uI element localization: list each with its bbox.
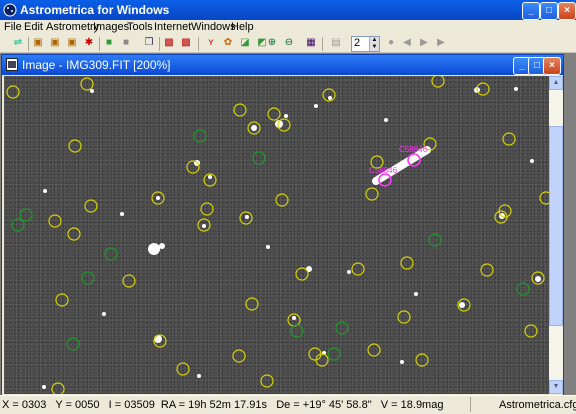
mdi-workspace: Image - IMG309.FIT [200%] _ □ × C58846 C…	[0, 53, 576, 396]
frame-stepper[interactable]: 2 ▲ ▼	[351, 36, 380, 52]
stepper-arrows-icon[interactable]: ▲ ▼	[369, 37, 379, 51]
scroll-down-icon[interactable]: ▼	[549, 380, 563, 394]
color-icon[interactable]: ✿	[222, 37, 234, 49]
star-chart-icon[interactable]: ▦	[305, 37, 317, 49]
image-window: Image - IMG309.FIT [200%] _ □ × C58846 C…	[1, 54, 564, 396]
reference-star-markers	[11, 129, 530, 361]
toolbar-separator	[159, 37, 160, 51]
green-square-icon[interactable]: ■	[103, 37, 115, 49]
image-close-button[interactable]: ×	[543, 57, 561, 75]
object-label-a: C58846	[369, 166, 398, 175]
status-bar: X = 0303 Y = 0050 I = 03509 RA = 19h 52m…	[0, 395, 576, 414]
vertical-scrollbar[interactable]: ▲ ▼	[549, 76, 563, 394]
menu-tools[interactable]: Tools	[127, 21, 153, 33]
toolbar-separator	[322, 37, 323, 51]
link-icon[interactable]: ⇌	[12, 37, 24, 49]
save-images-icon[interactable]: ▣	[66, 37, 78, 49]
blink-icon[interactable]: ✱	[83, 37, 95, 49]
scroll-thumb[interactable]	[549, 126, 563, 326]
image-window-title: Image - IMG309.FIT [200%]	[22, 58, 171, 72]
toolbar: ⇌ ▣ ▣ ▣ ✱ ■ ■ ❐ ▩ ▩ ʏ ✿ ◪ ◩ ⊕ ⊖ ▦ ▤ 2 ▲ ▼…	[0, 36, 576, 53]
image-window-titlebar: Image - IMG309.FIT [200%] _ □ ×	[2, 55, 563, 75]
menu-file[interactable]: File	[4, 21, 22, 33]
cursor-readout: X = 0303 Y = 0050 I = 03509 RA = 19h 52m…	[2, 399, 444, 411]
zoom-out-icon[interactable]: ⊖	[283, 37, 295, 49]
open-images-icon[interactable]: ▣	[32, 37, 44, 49]
windows-icon[interactable]: ❐	[143, 37, 155, 49]
frame-value: 2	[354, 37, 361, 49]
record-icon[interactable]: ●	[385, 37, 397, 49]
load-images-icon[interactable]: ▣	[49, 37, 61, 49]
app-window: Astrometrica for Windows _ □ × File Edit…	[0, 0, 576, 414]
minimize-button[interactable]: _	[522, 2, 540, 20]
toolbar-separator	[99, 37, 100, 51]
astronomical-image[interactable]: C58846 C58846	[4, 76, 549, 394]
menu-images[interactable]: Images	[93, 21, 129, 33]
stack-icon[interactable]: ▤	[330, 37, 342, 49]
gray-square-icon[interactable]: ■	[120, 37, 132, 49]
config-panel: Astrometrica.cfg	[470, 397, 576, 412]
image-document-icon	[6, 58, 18, 71]
step-back-icon[interactable]: ◀	[401, 37, 413, 49]
known-objects-icon[interactable]: ʏ	[205, 37, 217, 49]
app-icon	[3, 3, 17, 17]
scroll-up-icon[interactable]: ▲	[549, 76, 563, 90]
menu-help[interactable]: Help	[231, 21, 254, 33]
object-label-b: C58846	[399, 145, 428, 154]
menu-edit[interactable]: Edit	[24, 21, 43, 33]
check-icon[interactable]: ◪	[239, 37, 251, 49]
toolbar-separator	[28, 37, 29, 51]
app-titlebar: Astrometrica for Windows _ □ ×	[0, 0, 576, 20]
app-title: Astrometrica for Windows	[20, 3, 170, 17]
menu-bar: File Edit Astrometry Images Tools Intern…	[0, 20, 576, 36]
star-field[interactable]: C58846 C58846	[4, 76, 549, 394]
menu-internet[interactable]: Internet	[154, 21, 191, 33]
close-button[interactable]: ×	[558, 2, 576, 20]
play-icon[interactable]: ▶	[435, 37, 447, 49]
zoom-in-icon[interactable]: ⊕	[266, 37, 278, 49]
track-and-stack-icon[interactable]: ▩	[180, 37, 192, 49]
step-forward-icon[interactable]: ▶	[418, 37, 430, 49]
catalog-star-markers	[6, 76, 549, 394]
data-reduction-icon[interactable]: ▩	[163, 37, 175, 49]
menu-windows[interactable]: Windows	[191, 21, 236, 33]
toolbar-separator	[198, 37, 199, 51]
config-file-label: Astrometrica.cfg	[499, 399, 576, 411]
maximize-button[interactable]: □	[540, 2, 558, 20]
menu-astrometry[interactable]: Astrometry	[46, 21, 99, 33]
bright-star	[148, 243, 160, 255]
